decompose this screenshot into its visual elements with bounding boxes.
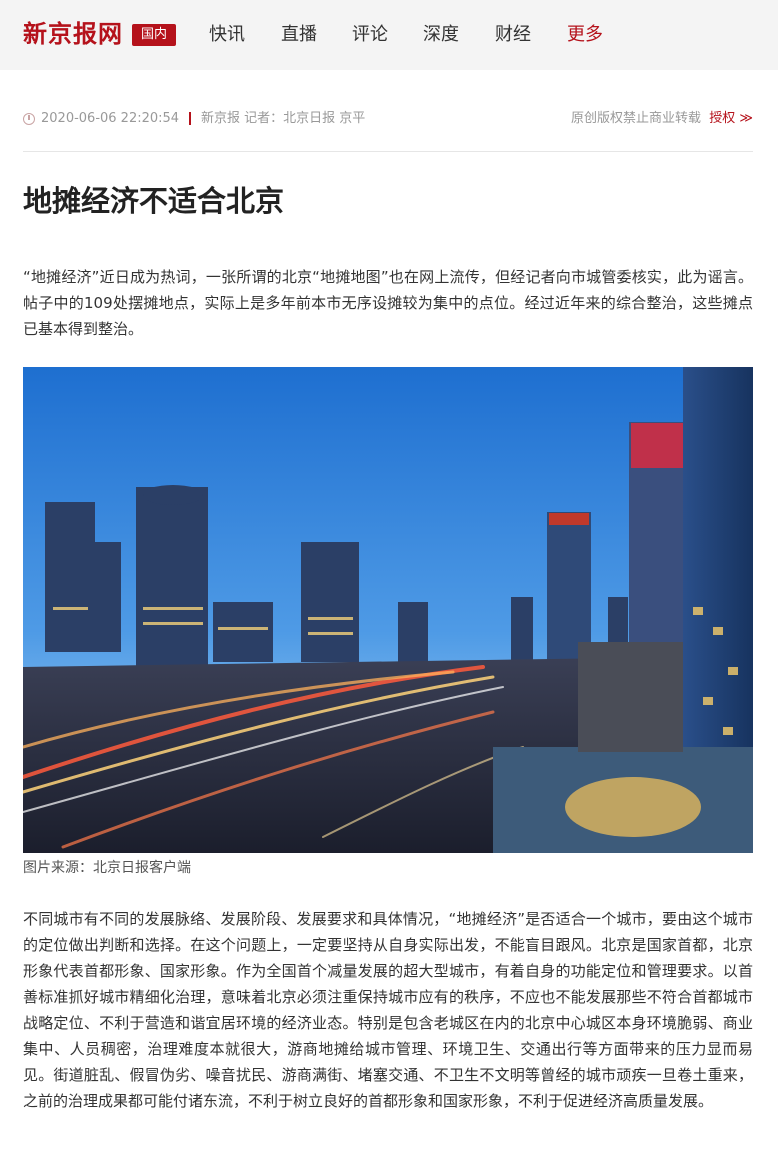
publish-datetime: 2020-06-06 22:20:54 xyxy=(41,111,180,126)
channel-badge[interactable]: 国内 xyxy=(132,24,176,46)
nav-item-more[interactable]: 更多 xyxy=(567,22,603,48)
meta-divider xyxy=(23,151,753,152)
article-photo-city-night xyxy=(23,367,753,853)
meta-separator xyxy=(189,112,191,125)
site-logo[interactable]: 新京报网 xyxy=(23,18,123,50)
nav-item-shendu[interactable]: 深度 xyxy=(423,22,459,48)
article-title: 地摊经济不适合北京 xyxy=(23,184,285,218)
article-body-paragraph: 不同城市有不同的发展脉络、发展阶段、发展要求和具体情况，“地摊经济”是否适合一个… xyxy=(23,910,753,1110)
nav-item-pinglun[interactable]: 评论 xyxy=(352,22,388,48)
image-caption: 图片来源：北京日报客户端 xyxy=(23,860,191,876)
clock-icon xyxy=(23,113,35,125)
copyright-notice: 原创版权禁止商业转载 xyxy=(570,111,701,126)
article-source: 新京报 记者：北京日报 京平 xyxy=(201,111,366,126)
top-nav-bar: 新京报网 国内 快讯 直播 评论 深度 财经 更多 xyxy=(0,0,778,70)
nav-item-zhibo[interactable]: 直播 xyxy=(281,22,317,48)
article-lead-paragraph: “地摊经济”近日成为热词，一张所谓的北京“地摊地图”也在网上流传，但经记者向市城… xyxy=(23,268,753,338)
nav-item-kuaixun[interactable]: 快讯 xyxy=(209,22,245,48)
article-meta: 2020-06-06 22:20:54 新京报 记者：北京日报 京平 原创版权禁… xyxy=(23,108,753,130)
license-link[interactable]: 授权 ≫ xyxy=(709,108,753,130)
nav-item-caijing[interactable]: 财经 xyxy=(495,22,531,48)
